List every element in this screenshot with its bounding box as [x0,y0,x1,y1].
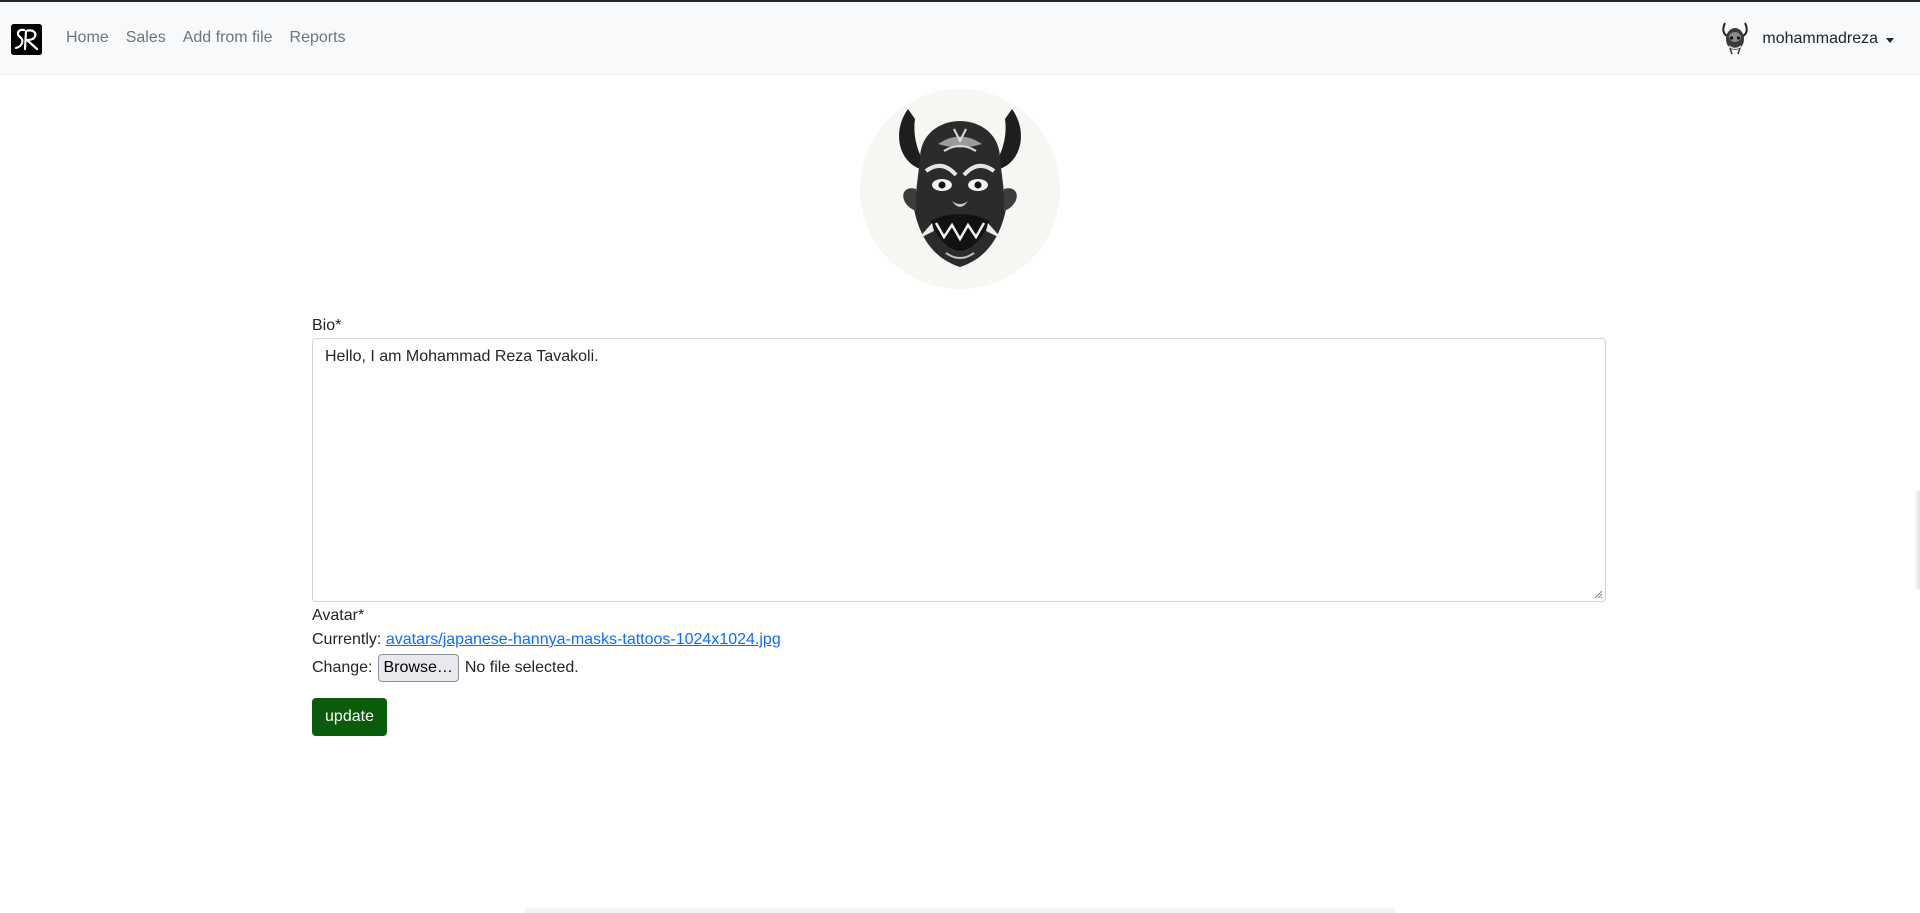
avatar-label: Avatar* [312,607,365,624]
resize-grip-icon[interactable] [1594,590,1603,599]
change-avatar-row: Change: Browse… No file selected. [312,654,579,682]
current-avatar-link[interactable]: avatars/japanese-hannya-masks-tattoos-10… [386,631,781,648]
update-button[interactable]: update [312,698,387,736]
bottom-fade-bar [525,905,1395,913]
hannya-mask-icon [1722,22,1749,55]
nav-link-sales[interactable]: Sales [126,29,166,47]
page-edge-shadow [1914,490,1920,590]
profile-form: Bio* Hello, I am Mohammad Reza Tavakoli.… [312,316,1608,736]
hannya-mask-icon [899,109,1021,267]
brand-logo[interactable] [11,24,42,55]
nav-links: Home Sales Add from file Reports [66,2,363,74]
navbar: Home Sales Add from file Reports mohamma… [0,2,1920,75]
nav-link-add-from-file[interactable]: Add from file [183,29,273,47]
profile-avatar [860,89,1060,289]
currently-label: Currently: [312,631,382,648]
chevron-down-icon [1886,37,1894,43]
change-label: Change: [312,659,373,676]
nav-link-home[interactable]: Home [66,29,109,47]
sr-logo-icon [11,24,42,55]
browse-button[interactable]: Browse… [377,654,459,682]
bio-textarea[interactable]: Hello, I am Mohammad Reza Tavakoli. [312,338,1606,602]
user-dropdown-toggle[interactable]: mohammadreza [1719,21,1894,57]
no-file-status: No file selected. [464,659,579,676]
user-name: mohammadreza [1762,30,1878,47]
bio-label: Bio* [312,317,342,334]
current-avatar-row: Currently: avatars/japanese-hannya-masks… [312,631,781,649]
nav-link-reports[interactable]: Reports [290,29,346,47]
